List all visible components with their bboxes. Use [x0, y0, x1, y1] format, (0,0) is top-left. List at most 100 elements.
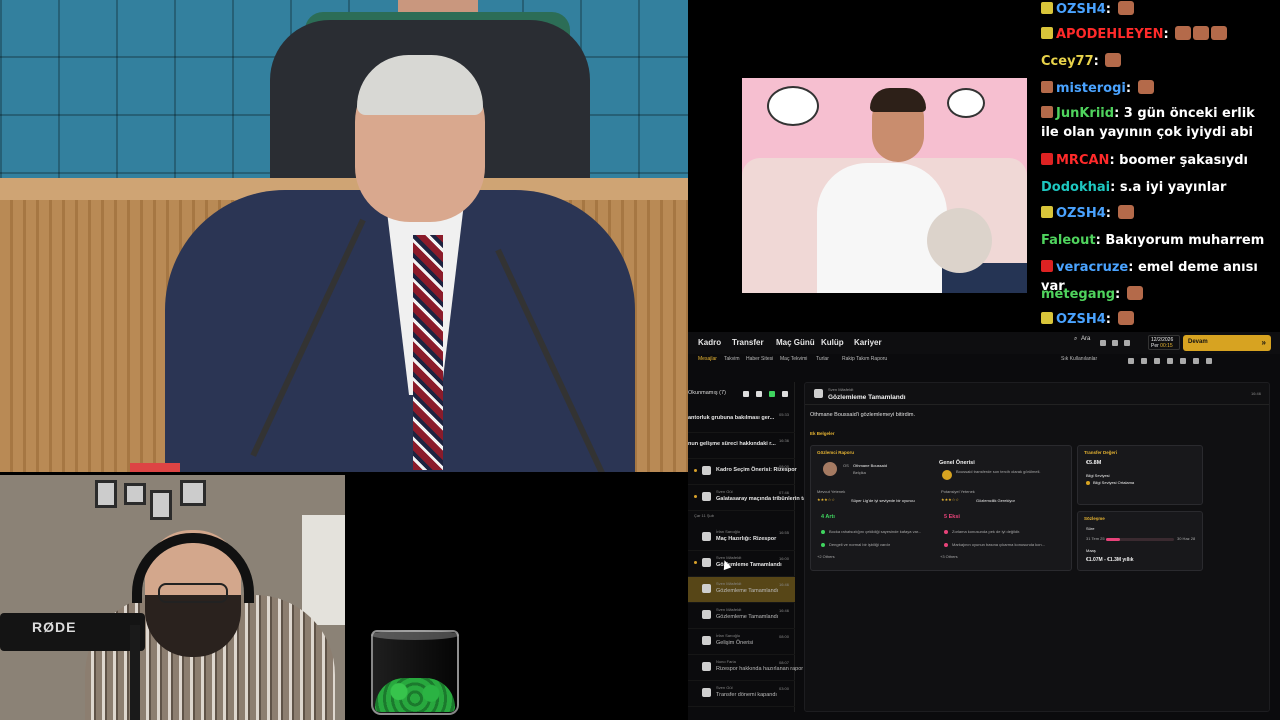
inbox-message[interactable]: antorluk grubuna bakılması ger... 05:33 [688, 407, 795, 433]
settings-icon[interactable] [1124, 340, 1130, 346]
nav-mac-gunu[interactable]: Maç Günü [776, 338, 815, 347]
message-sender: Nuno Faria [716, 659, 736, 664]
chat-separator: : [1114, 106, 1124, 121]
bookmark-icon[interactable] [1100, 340, 1106, 346]
chat-username[interactable]: MRCAN [1056, 153, 1109, 168]
message-sender: Sven Gül [716, 489, 733, 494]
nav-kariyer[interactable]: Kariyer [854, 338, 882, 347]
inbox-message[interactable]: Sven Mäsfeldt Gözlemleme Tamamlandı 16:00 [688, 551, 795, 577]
chat-username[interactable]: metegang [1041, 287, 1115, 302]
search-icon[interactable]: ⌕ [1074, 336, 1077, 343]
mic-arm [130, 625, 140, 720]
tab-mac-takvimi[interactable]: Maç Tekvimi [780, 356, 807, 362]
inbox-message[interactable]: Nuno Faria Rizespor hakkında hazırlanan r… [688, 655, 803, 681]
emote-icon [1117, 205, 1134, 219]
quick-icon[interactable] [1141, 358, 1147, 364]
player-name[interactable]: Othmane Boussaid [853, 463, 887, 468]
streamer-webcam: RØDE [0, 475, 345, 720]
message-header: Sven Mäsfeldt Gözlemleme Tamamlandı 16:4… [805, 383, 1269, 405]
man-shirt [817, 163, 947, 293]
check-icon[interactable] [769, 391, 775, 397]
badge-icon [1041, 106, 1053, 118]
unread-dot [694, 469, 697, 472]
wage-value: €1.07M - €1.3M yıllık [1086, 557, 1134, 563]
contract-start: 31 Tem 25 [1086, 536, 1105, 541]
inbox-message[interactable]: Sven Mäsfeldt Gözlemleme Tamamlandı 16:46 [688, 577, 795, 603]
speech-video [0, 0, 688, 472]
quick-icon[interactable] [1193, 358, 1199, 364]
inbox-message[interactable]: Sven Gül Transfer dönemi kapandı 03:00 [688, 681, 795, 707]
message-type-icon [702, 584, 711, 593]
message-time: 08:07 [778, 660, 789, 665]
wall-photo [180, 480, 206, 506]
transfer-value-card[interactable]: Transfer Değeri €5.8M Bilgi Seviyesi Bil… [1077, 445, 1203, 505]
player-club: Belçika [853, 470, 866, 475]
message-type-icon [702, 466, 711, 475]
quick-icon[interactable] [1206, 358, 1212, 364]
message-detail: Sven Mäsfeldt Gözlemleme Tamamlandı 16:4… [804, 382, 1270, 712]
chat-username[interactable]: Faleout [1041, 233, 1096, 248]
chat-username[interactable]: APODEHLEYEN [1056, 27, 1164, 42]
chat-username[interactable]: OZSH4 [1056, 312, 1106, 327]
game-date: 12/2/2026 Per 00:15 [1148, 335, 1180, 350]
favorites-label[interactable]: Sık Kullanılanlar [1061, 356, 1097, 362]
emote-icon [1126, 286, 1143, 300]
trophy-icon[interactable] [1112, 340, 1118, 346]
chat-message: Faleout: Bakıyorum muharrem [1041, 231, 1277, 250]
message-subject: Gözlemleme Tamamlandı [828, 394, 906, 401]
pro-item: Dengeli ve normal bir işbiliği vardır [829, 542, 891, 547]
mic-brand-label: RØDE [32, 619, 77, 635]
tab-mesajlar[interactable]: Mesajlar [698, 356, 717, 362]
inbox-message[interactable]: İrfan Sarıoğlu Maç Hazırlığı: Rizespor 16:… [688, 525, 795, 551]
message-subject: Gözlemleme Tamamlandı [716, 614, 779, 620]
chat-message: OZSH4: [1041, 0, 1277, 19]
search-icon[interactable] [756, 391, 762, 397]
tab-rakip-takim-raporu[interactable]: Rakip Takım Raporu [842, 356, 887, 362]
cat-video [742, 78, 1027, 293]
nav-transfer[interactable]: Transfer [732, 338, 764, 347]
chat-username[interactable]: Ccey77 [1041, 54, 1094, 69]
football-manager-ui: Kadro Transfer Maç Günü Kulüp Kariyer ⌕ … [688, 332, 1280, 720]
unread-filter[interactable]: Okunmamış (7) [688, 390, 726, 396]
quick-icon[interactable] [1167, 358, 1173, 364]
chat-username[interactable]: OZSH4 [1056, 2, 1106, 17]
inbox-message[interactable]: Kadro Seçim Önerisi: Rizespor 08:00 [688, 459, 797, 485]
nav-kadro[interactable]: Kadro [698, 338, 721, 347]
red-notepad [130, 463, 180, 472]
delete-icon[interactable] [782, 391, 788, 397]
cons-more[interactable]: +3 Others [940, 554, 958, 559]
quick-icon[interactable] [1128, 358, 1134, 364]
message-type-icon [702, 610, 711, 619]
scout-report-card[interactable]: Gözlemci Raporu OS Othmane Boussaid Belç… [810, 445, 1072, 571]
chat-username[interactable]: misterogi [1056, 81, 1126, 96]
star-icon[interactable] [743, 391, 749, 397]
message-time: 16:46 [778, 582, 789, 587]
pro-bullet [821, 543, 825, 547]
continue-button[interactable]: Devam » [1183, 335, 1271, 351]
quick-icon[interactable] [1180, 358, 1186, 364]
wall-photo [95, 480, 117, 508]
tab-turlar[interactable]: Turlar [816, 356, 829, 362]
tab-takvim[interactable]: Takvim [724, 356, 740, 362]
inbox-message[interactable]: Sven Gül Galatasaray maçında tribünlerin … [688, 485, 848, 511]
pros-more[interactable]: +2 Others [817, 554, 835, 559]
chat-username[interactable]: OZSH4 [1056, 206, 1106, 221]
tab-haber-sitesi[interactable]: Haber Sitesi [746, 356, 773, 362]
potential-ability-text: Gözlemcilik Gerekiyor [976, 498, 1015, 503]
chat-username[interactable]: Dodokhai [1041, 180, 1110, 195]
search-label[interactable]: Ara [1081, 336, 1090, 342]
general-title: Genel Önerisi [939, 460, 975, 466]
chat-message: JunKriid: 3 gün önceki erlik ile olan ya… [1041, 104, 1277, 142]
quick-icon[interactable] [1154, 358, 1160, 364]
jar-rim [371, 630, 459, 640]
inbox-message[interactable]: Sven Mäsfeldt Gözlemleme Tamamlandı 16:46 [688, 603, 795, 629]
nav-kulup[interactable]: Kulüp [821, 338, 844, 347]
badge-icon [1041, 27, 1053, 39]
inbox-message[interactable]: İrfan Sarıoğlu Gelişim Önerisi 08:00 [688, 629, 795, 655]
contract-card[interactable]: Sözleşme Süre 31 Tem 25 30 Haz 28 Maaş €… [1077, 511, 1203, 571]
chat-username[interactable]: veracruze [1056, 260, 1128, 275]
chat-username[interactable]: JunKriid [1056, 106, 1114, 121]
pro-bullet [821, 530, 825, 534]
inbox-message[interactable]: nun gelişme süreci hakkındaki r... 16:36 [688, 433, 795, 459]
chevron-right-icon: » [1261, 338, 1266, 347]
